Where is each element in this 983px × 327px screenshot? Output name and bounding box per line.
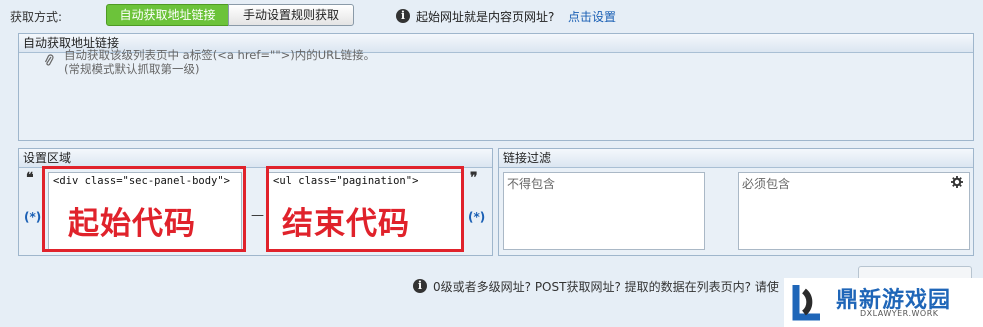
- tab-manual-rule[interactable]: 手动设置规则获取: [228, 4, 354, 26]
- include-placeholder: 必须包含: [742, 177, 791, 191]
- start-code-annotation: 起始代码: [68, 206, 196, 242]
- filter-panel-title: 链接过滤: [499, 149, 973, 168]
- hint-text: 起始网址就是内容页网址?: [416, 10, 555, 24]
- setup-link[interactable]: 点击设置: [568, 8, 616, 25]
- info-icon: i: [396, 9, 410, 23]
- open-quote-icon: ❝: [26, 170, 34, 186]
- exclude-placeholder: 不得包含: [507, 177, 556, 191]
- include-filter-input[interactable]: 必须包含: [738, 172, 970, 250]
- gear-icon[interactable]: [951, 176, 963, 192]
- bottom-hint-text: 0级或者多级网址? POST获取网址? 提取的数据在列表页内? 请使: [433, 280, 779, 294]
- watermark-logo-icon: [790, 281, 830, 323]
- required-marker-left: (*): [24, 210, 42, 224]
- tab-auto-fetch[interactable]: 自动获取地址链接: [106, 4, 229, 26]
- range-dash: —: [251, 208, 264, 223]
- end-code-annotation: 结束代码: [282, 206, 410, 242]
- required-marker-right: (*): [468, 210, 486, 224]
- mode-label: 获取方式:: [10, 10, 63, 24]
- watermark-url: DXLAWYER.WORK: [860, 309, 939, 318]
- exclude-filter-input[interactable]: 不得包含: [503, 172, 705, 250]
- info-icon: i: [413, 279, 427, 293]
- close-quote-icon: ❞: [470, 170, 478, 186]
- paperclip-icon: [44, 54, 54, 66]
- auto-description-line2: (常规模式默认抓取第一级): [64, 62, 200, 76]
